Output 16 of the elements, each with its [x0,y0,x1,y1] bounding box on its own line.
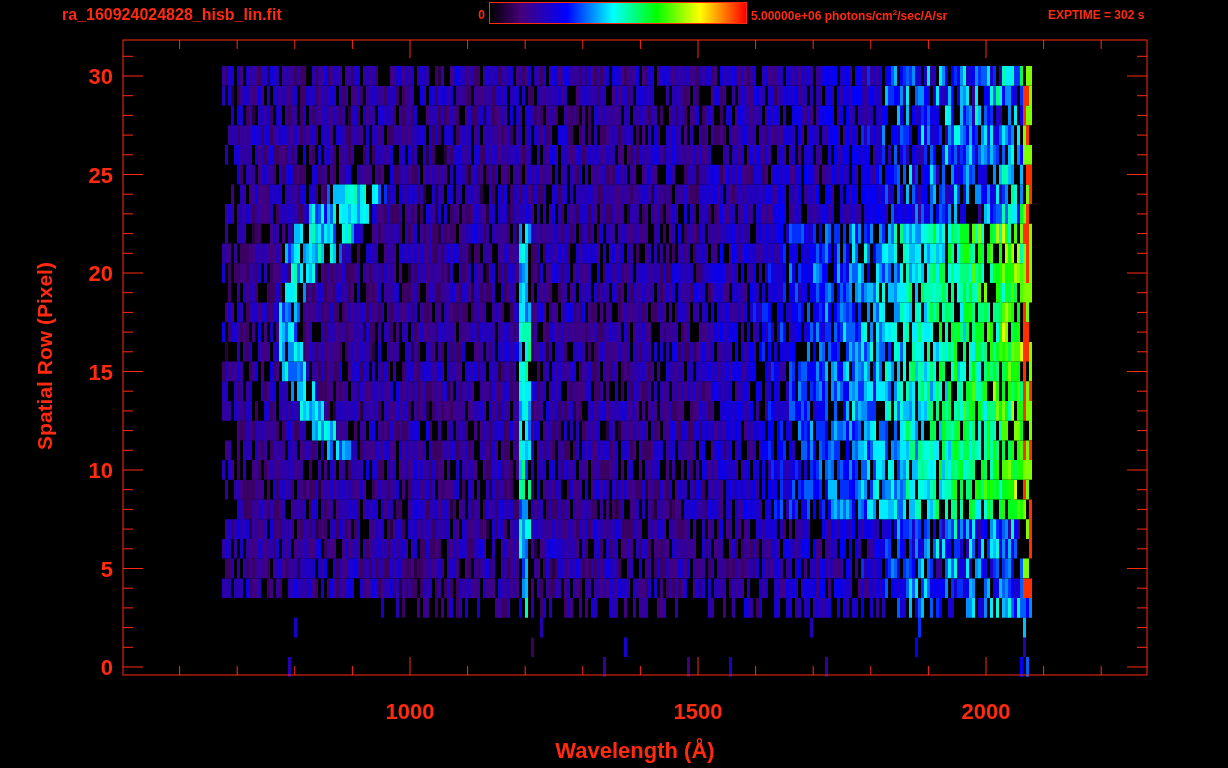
y-tick-label: 30 [88,64,113,89]
exposure-time: EXPTIME = 302 s [1048,8,1145,22]
y-axis-title: Spatial Row (Pixel) [33,262,56,450]
y-tick-label: 5 [100,556,113,582]
x-tick-label: 2000 [961,699,1011,724]
y-tick-label: 0 [100,655,113,680]
y-tick-label: 20 [88,261,113,286]
x-tick-label: 1000 [385,699,435,724]
file-name: ra_160924024828_hisb_lin.fit [61,6,283,24]
colorbar-min-label: 0 [477,8,486,22]
y-tick-label: 25 [88,162,113,188]
colorbar-max-label: 5.00000e+06 photons/cm$^{2}$/sec/A/sr [750,7,949,23]
x-tick-label: 1500 [673,699,723,724]
y-tick-label: 15 [88,359,113,385]
y-tick-label: 10 [88,458,113,483]
x-axis-title: Wavelength (Å) [555,738,715,763]
